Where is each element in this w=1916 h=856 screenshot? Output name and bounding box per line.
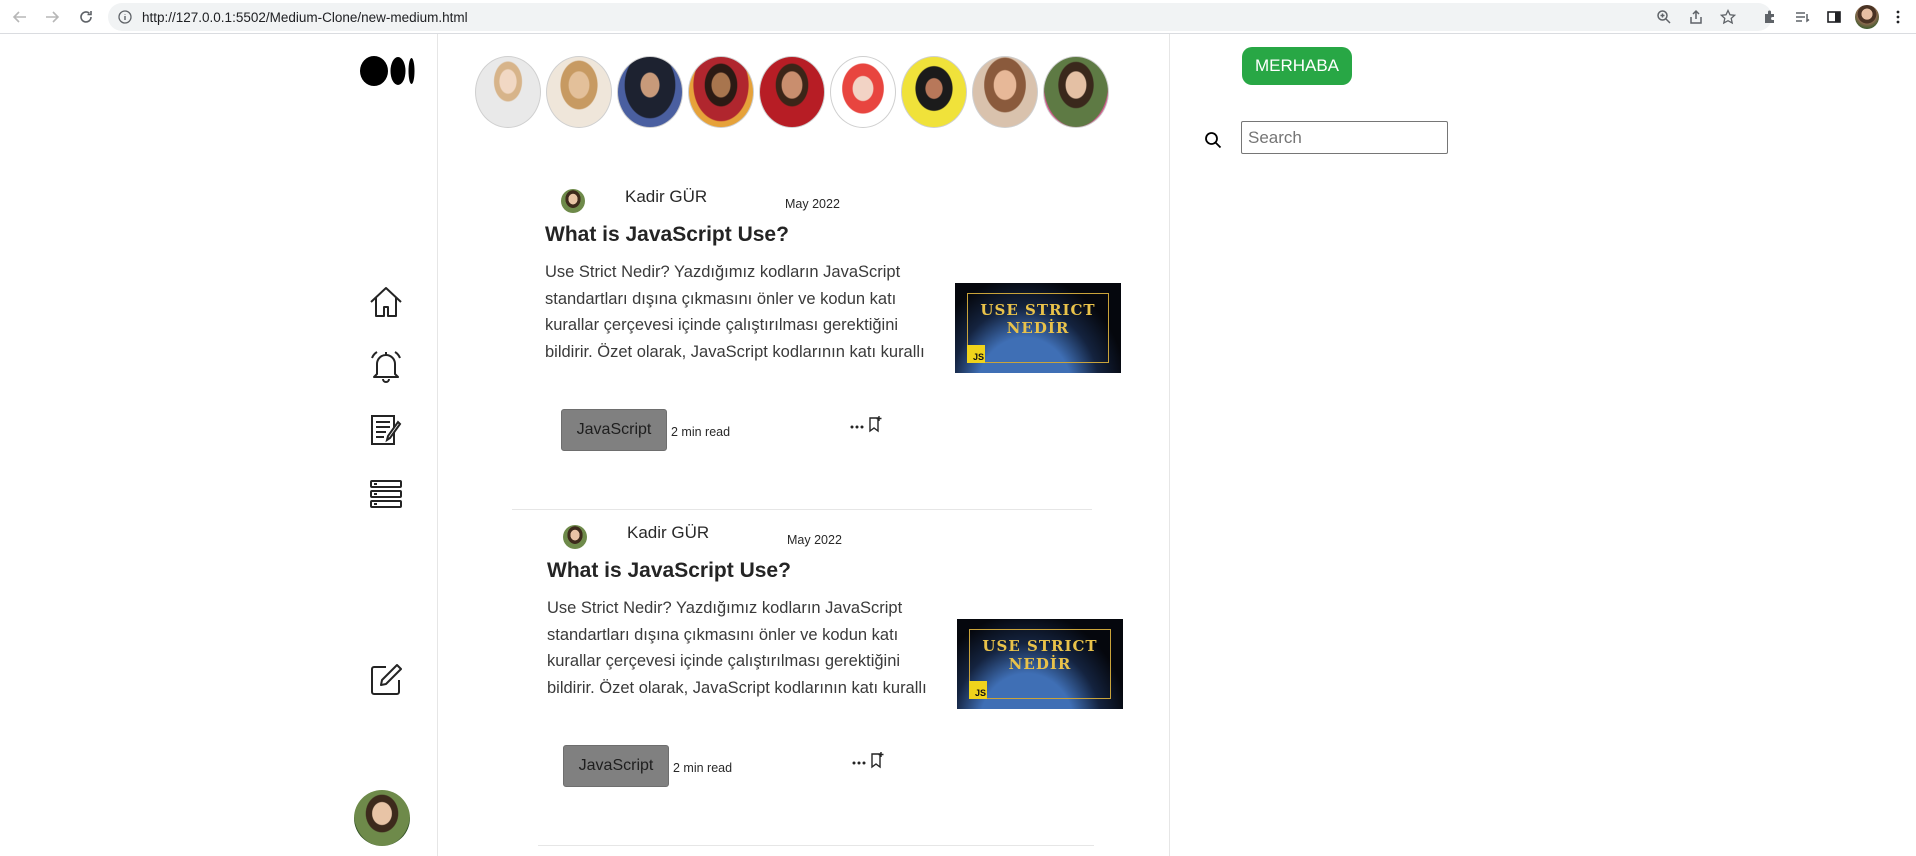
more-options-icon[interactable] (851, 755, 867, 769)
js-badge: JS (969, 681, 987, 699)
post-thumbnail[interactable]: USE STRICT NEDİR JS (957, 619, 1123, 709)
post-title[interactable]: What is JavaScript Use? (545, 223, 789, 247)
lists-icon[interactable] (366, 474, 406, 514)
post-excerpt[interactable]: Use Strict Nedir? Yazdığımız kodların Ja… (545, 259, 945, 365)
js-badge: JS (967, 345, 985, 363)
story-avatar[interactable] (759, 56, 825, 128)
story-avatar[interactable] (972, 56, 1038, 128)
stories-row (475, 56, 1109, 128)
info-icon[interactable] (118, 10, 132, 29)
bookmark-add-icon[interactable] (867, 415, 883, 433)
browser-toolbar: http://127.0.0.1:5502/Medium-Clone/new-m… (0, 0, 1916, 34)
thumb-title-line2: NEDİR (1008, 655, 1072, 673)
home-icon[interactable] (366, 282, 406, 322)
search-icon[interactable] (1204, 131, 1222, 149)
bookmark-star-icon[interactable] (1716, 5, 1740, 29)
story-avatar[interactable] (688, 56, 754, 128)
thumb-title-line1: USE STRICT (980, 301, 1096, 319)
story-avatar[interactable] (546, 56, 612, 128)
side-panel-icon[interactable] (1822, 5, 1846, 29)
more-options-icon[interactable] (849, 419, 865, 433)
stories-icon[interactable] (366, 410, 406, 450)
post-date: May 2022 (785, 197, 840, 211)
author-name[interactable]: Kadir GÜR (625, 187, 707, 207)
back-icon[interactable] (8, 5, 32, 29)
reading-list-icon[interactable] (1790, 5, 1814, 29)
forward-icon[interactable] (40, 5, 64, 29)
bell-icon[interactable] (366, 346, 406, 386)
address-bar[interactable]: http://127.0.0.1:5502/Medium-Clone/new-m… (108, 3, 1772, 31)
medium-logo[interactable] (360, 56, 416, 91)
write-icon[interactable] (366, 660, 406, 700)
greeting-button[interactable]: MERHABA (1242, 47, 1352, 85)
zoom-icon[interactable] (1652, 5, 1676, 29)
post-divider (512, 509, 1092, 510)
tag-button[interactable]: JavaScript (563, 745, 669, 787)
search-input[interactable] (1241, 121, 1448, 154)
post-title[interactable]: What is JavaScript Use? (547, 559, 791, 583)
right-column-divider (1169, 34, 1170, 856)
tag-button[interactable]: JavaScript (561, 409, 667, 451)
browser-profile-avatar[interactable] (1855, 5, 1879, 29)
bookmark-add-icon[interactable] (869, 751, 885, 769)
post-thumbnail[interactable]: USE STRICT NEDİR JS (955, 283, 1121, 373)
left-sidebar (0, 34, 438, 856)
read-time: 2 min read (671, 425, 731, 439)
thumb-title-line2: NEDİR (1006, 319, 1070, 337)
story-avatar[interactable] (901, 56, 967, 128)
story-avatar[interactable] (617, 56, 683, 128)
post-date: May 2022 (787, 533, 842, 547)
author-avatar[interactable] (561, 189, 585, 213)
story-avatar[interactable] (830, 56, 896, 128)
reload-icon[interactable] (74, 5, 98, 29)
author-name[interactable]: Kadir GÜR (627, 523, 709, 543)
user-avatar[interactable] (354, 790, 410, 846)
post-excerpt[interactable]: Use Strict Nedir? Yazdığımız kodların Ja… (547, 595, 947, 701)
story-avatar[interactable] (1043, 56, 1109, 128)
extensions-icon[interactable] (1758, 5, 1782, 29)
read-time: 2 min read (673, 761, 733, 775)
address-url[interactable]: http://127.0.0.1:5502/Medium-Clone/new-m… (142, 10, 468, 25)
thumb-title-line1: USE STRICT (982, 637, 1098, 655)
post-divider (538, 845, 1094, 846)
story-avatar[interactable] (475, 56, 541, 128)
author-avatar[interactable] (563, 525, 587, 549)
share-icon[interactable] (1684, 5, 1708, 29)
browser-menu-icon[interactable] (1886, 5, 1910, 29)
